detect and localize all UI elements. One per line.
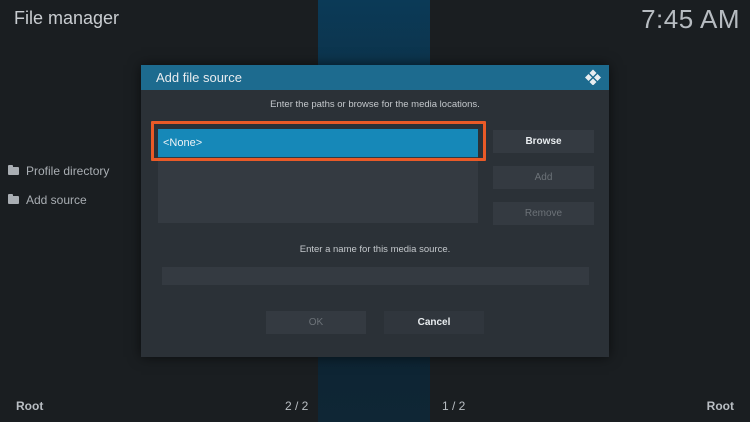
app-title: File manager — [14, 8, 120, 28]
footer-root-right: Root — [706, 399, 734, 413]
footer-root-left: Root — [16, 399, 44, 413]
sidebar-item-profile-directory[interactable]: Profile directory — [8, 164, 109, 178]
remove-button[interactable]: Remove — [493, 202, 594, 225]
folder-icon — [8, 194, 19, 204]
sidebar-item-label: Profile directory — [26, 164, 110, 178]
add-file-source-dialog: Add file source Enter the paths or brows… — [141, 65, 609, 357]
cancel-button[interactable]: Cancel — [384, 311, 484, 334]
kodi-logo-icon — [585, 69, 601, 85]
sidebar-item-add-source[interactable]: Add source — [8, 193, 87, 207]
dialog-header: Add file source — [141, 65, 609, 90]
add-button[interactable]: Add — [493, 166, 594, 189]
folder-icon — [8, 165, 19, 175]
dialog-title: Add file source — [156, 70, 242, 85]
footer-page-indicator-right: 1 / 2 — [442, 399, 466, 413]
footer-page-indicator-left: 2 / 2 — [285, 399, 309, 413]
paths-instruction: Enter the paths or browse for the media … — [270, 99, 480, 110]
media-source-name-input[interactable] — [162, 267, 589, 285]
sidebar-item-label: Add source — [26, 193, 87, 207]
clock: 7:45 AM — [641, 4, 740, 34]
ok-button[interactable]: OK — [266, 311, 366, 334]
highlight-box — [151, 121, 486, 161]
browse-button[interactable]: Browse — [493, 130, 594, 153]
name-instruction: Enter a name for this media source. — [299, 244, 451, 255]
